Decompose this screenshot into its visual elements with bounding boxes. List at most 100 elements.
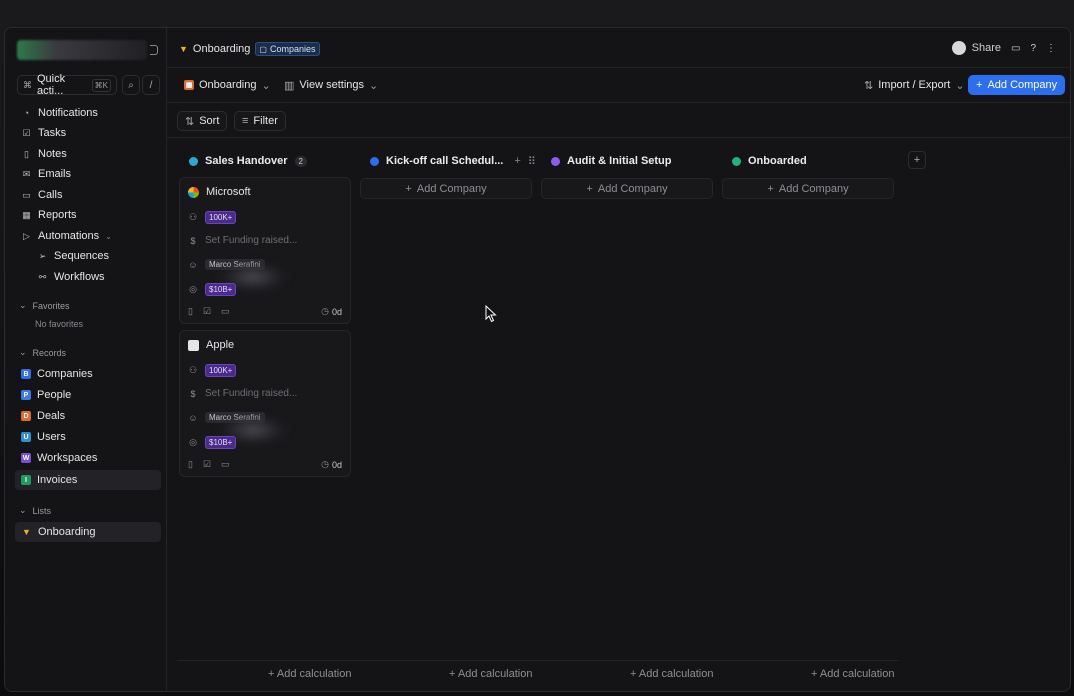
add-company-audit[interactable]: + Add Company xyxy=(541,178,713,199)
company-card-apple[interactable]: Apple ⚇100K+ $Set Funding raised... ☺Mar… xyxy=(179,330,351,477)
sidebar-item-workspaces[interactable]: W Workspaces xyxy=(15,448,103,468)
funnel-icon: ▼ xyxy=(22,527,31,537)
quick-actions-button[interactable]: ⌘ Quick acti... ⌘K xyxy=(17,73,117,97)
nav-label: Companies xyxy=(37,368,93,380)
more-icon[interactable]: ⋮ xyxy=(1046,43,1056,54)
sidebar-item-companies[interactable]: B Companies xyxy=(15,364,99,384)
sidebar-item-sequences[interactable]: ➢ Sequences xyxy=(31,246,115,266)
records-section-header[interactable]: ⌄ Records xyxy=(19,347,66,358)
comment-icon[interactable]: ▭ xyxy=(221,459,230,470)
column-header-onboarded[interactable]: Onboarded xyxy=(732,154,807,168)
comment-icon[interactable]: ▭ xyxy=(221,306,230,317)
page-title: Onboarding xyxy=(192,43,251,55)
drag-handle-icon[interactable]: ⠿ xyxy=(528,155,536,168)
card-title: Microsoft xyxy=(206,186,251,198)
add-company-onboarded[interactable]: + Add Company xyxy=(722,178,894,199)
status-dot xyxy=(370,156,379,166)
view-selector[interactable]: ▦ Onboarding ⌄ xyxy=(177,75,278,95)
plus-icon: + xyxy=(405,182,412,195)
sort-button[interactable]: ⇅ Sort xyxy=(177,111,228,131)
value-pill[interactable]: $10B+ xyxy=(205,283,237,296)
add-column-button[interactable]: + xyxy=(908,151,926,169)
chevron-down-icon: ⌄ xyxy=(369,79,379,92)
nav-label: Emails xyxy=(38,168,72,180)
section-title: Lists xyxy=(32,505,52,516)
view-icon: ▦ xyxy=(184,80,194,90)
add-calculation-audit[interactable]: + Add calculation xyxy=(630,668,713,680)
sidebar-item-tasks[interactable]: ☑ Tasks xyxy=(15,123,72,143)
card-employees-row: ⚇ 100K+ xyxy=(188,364,237,377)
status-dot xyxy=(732,156,741,166)
sidebar-item-calls[interactable]: ▭ Calls xyxy=(15,185,68,205)
filter-button[interactable]: ≡ Filter xyxy=(234,111,286,131)
lists-section-header[interactable]: ⌄ Lists xyxy=(19,505,51,516)
employees-pill[interactable]: 100K+ xyxy=(205,211,237,224)
add-company-kickoff[interactable]: + Add Company xyxy=(360,178,532,199)
users-icon: U xyxy=(21,432,31,442)
page-header: ▼ Onboarding ▢ Companies Share ▭ ? ⋮ xyxy=(167,28,1070,68)
company-card-microsoft[interactable]: Microsoft ⚇ 100K+ $ Set Funding raised... … xyxy=(179,177,351,324)
companies-tag[interactable]: ▢ Companies xyxy=(255,42,320,56)
favorites-section-header[interactable]: ⌄ Favorites xyxy=(19,300,70,311)
add-company-button[interactable]: + Add Company xyxy=(968,75,1066,95)
chevron-down-icon: ⌄ xyxy=(261,79,271,92)
view-settings-button[interactable]: ▥ View settings ⌄ xyxy=(277,75,385,95)
sidebar-item-notes[interactable]: ▯ Notes xyxy=(15,144,73,164)
deals-icon: D xyxy=(21,411,31,421)
add-calculation-onboarded[interactable]: + Add calculation xyxy=(811,668,894,680)
command-icon: ⌘ xyxy=(23,79,32,90)
people-icon: P xyxy=(21,390,31,400)
microsoft-logo-icon xyxy=(188,186,199,198)
workspace-switcher[interactable] xyxy=(17,40,147,60)
plus-icon[interactable]: + xyxy=(514,155,520,167)
search-icon: ⌕ xyxy=(128,79,134,91)
view-toolbar: ▦ Onboarding ⌄ ▥ View settings ⌄ ⇅ Impor… xyxy=(167,68,1070,103)
employees-pill[interactable]: 100K+ xyxy=(205,364,237,377)
column-header-sales-handover[interactable]: Sales Handover 2 xyxy=(189,154,307,168)
sidebar-collapse-icon[interactable] xyxy=(150,45,158,55)
checkbox-icon[interactable]: ☑ xyxy=(203,306,211,317)
sidebar-item-invoices[interactable]: I Invoices xyxy=(15,470,161,490)
nav-label: Sequences xyxy=(54,250,110,262)
column-header-audit[interactable]: Audit & Initial Setup xyxy=(551,154,672,168)
sidebar-item-people[interactable]: P People xyxy=(15,385,77,405)
sidebar-item-users[interactable]: U Users xyxy=(15,427,72,447)
add-calculation-kickoff[interactable]: + Add calculation xyxy=(449,668,532,680)
note-icon[interactable]: ▯ xyxy=(188,459,193,470)
value-pill[interactable]: $10B+ xyxy=(205,436,237,449)
video-icon: ▭ xyxy=(22,189,31,200)
card-footer: ▯ ☑ ▭ ◷ 0d xyxy=(188,459,342,470)
filter-label: Filter xyxy=(253,115,278,127)
sidebar-item-onboarding[interactable]: ▼ Onboarding xyxy=(15,522,161,542)
slash-button[interactable]: / xyxy=(142,75,160,95)
checkbox-icon[interactable]: ☑ xyxy=(203,459,211,470)
share-button[interactable]: Share xyxy=(951,41,1001,55)
sidebar-item-deals[interactable]: D Deals xyxy=(15,406,71,426)
comment-icon[interactable]: ▭ xyxy=(1011,43,1020,54)
column-title: Audit & Initial Setup xyxy=(567,155,672,167)
funding-placeholder[interactable]: Set Funding raised... xyxy=(205,235,297,246)
column-header-kickoff[interactable]: Kick-off call Schedul... + ⠿ xyxy=(370,154,536,168)
plus-icon: + xyxy=(913,154,921,166)
sidebar-item-notifications[interactable]: ◔ Notifications xyxy=(15,103,104,123)
card-value-row: ◎ $10B+ xyxy=(188,436,237,449)
share-label: Share xyxy=(971,42,1001,54)
nav-label: Reports xyxy=(38,209,77,221)
sidebar-item-reports[interactable]: ▦ Reports xyxy=(15,205,83,225)
column-title: Sales Handover xyxy=(205,155,288,167)
sidebar-item-automations[interactable]: ▷ Automations ⌄ xyxy=(15,226,118,246)
import-export-button[interactable]: ⇅ Import / Export ⌄ xyxy=(857,75,972,95)
add-company-label: Add Company xyxy=(416,182,487,195)
play-icon: ▷ xyxy=(23,230,30,241)
nav-label: Workspaces xyxy=(37,452,98,464)
no-favorites-text: No favorites xyxy=(35,319,84,329)
funding-placeholder[interactable]: Set Funding raised... xyxy=(205,388,297,399)
note-icon[interactable]: ▯ xyxy=(188,306,193,317)
search-button[interactable]: ⌕ xyxy=(122,75,140,95)
sidebar-item-workflows[interactable]: ⚯ Workflows xyxy=(31,267,111,287)
nav-label: Notifications xyxy=(38,107,98,119)
add-calculation-sales-handover[interactable]: + Add calculation xyxy=(268,668,351,680)
sidebar-item-emails[interactable]: ✉ Emails xyxy=(15,164,77,184)
help-icon[interactable]: ? xyxy=(1030,43,1036,54)
card-age: ◷ 0d xyxy=(321,459,342,470)
